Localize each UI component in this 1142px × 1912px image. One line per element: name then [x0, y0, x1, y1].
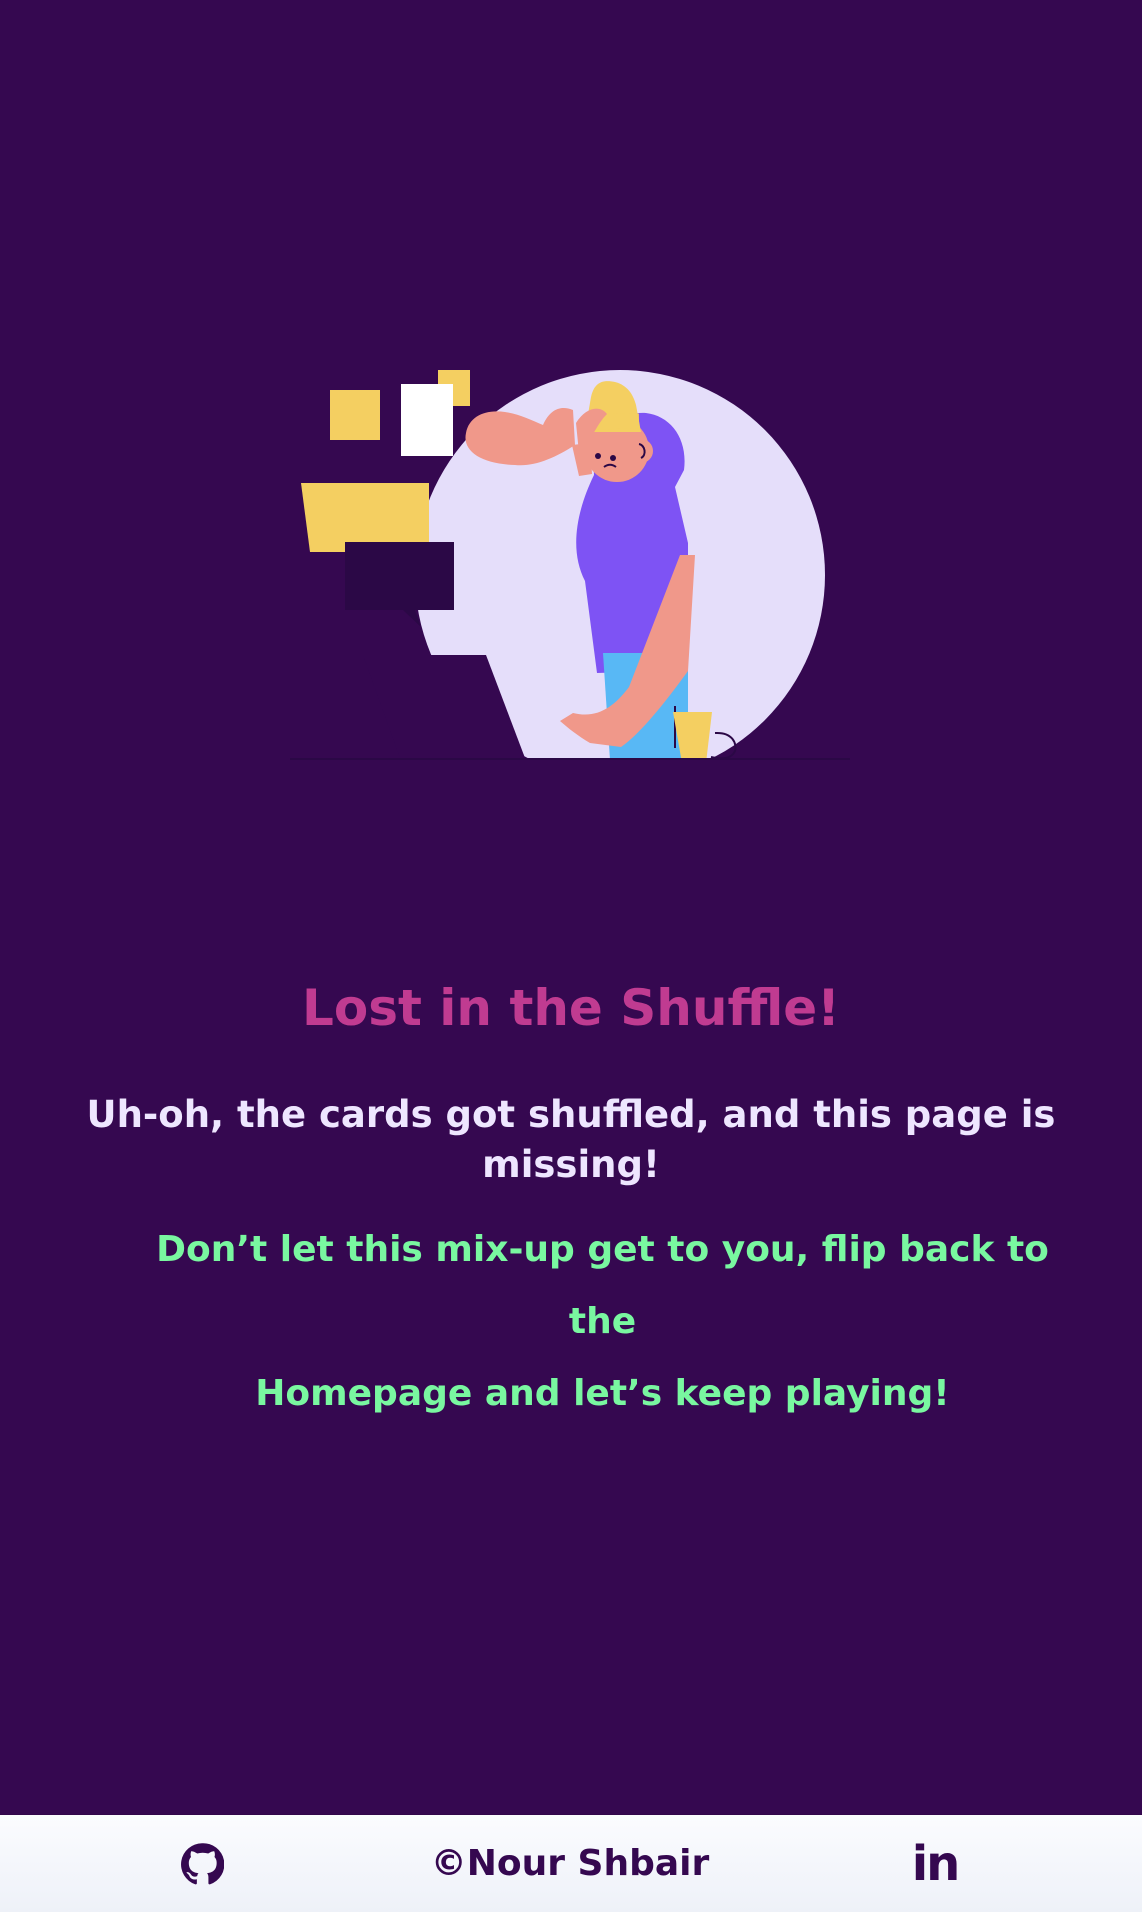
- homepage-link[interactable]: Homepage: [255, 1373, 472, 1414]
- footer: ©Nour Shbair in: [0, 1815, 1142, 1912]
- linkedin-icon: in: [911, 1835, 961, 1892]
- message-suffix: and let’s keep playing!: [484, 1373, 950, 1414]
- page-title: Lost in the Shuffle!: [302, 978, 840, 1037]
- not-found-page: Lost in the Shuffle! Uh-oh, the cards go…: [0, 0, 1142, 1815]
- github-link[interactable]: [170, 1815, 234, 1912]
- return-home-message: Don’t let this mix-up get to you, flip b…: [140, 1214, 1065, 1430]
- message-prefix: Don’t let this mix-up get to you, flip b…: [156, 1229, 1049, 1342]
- linkedin-link[interactable]: in: [900, 1815, 970, 1912]
- missing-page-subtitle: Uh-oh, the cards got shuffled, and this …: [86, 1093, 1056, 1186]
- confused-person-illustration: [290, 355, 850, 760]
- github-icon: [180, 1842, 224, 1886]
- copyright: ©Nour Shbair: [430, 1843, 710, 1884]
